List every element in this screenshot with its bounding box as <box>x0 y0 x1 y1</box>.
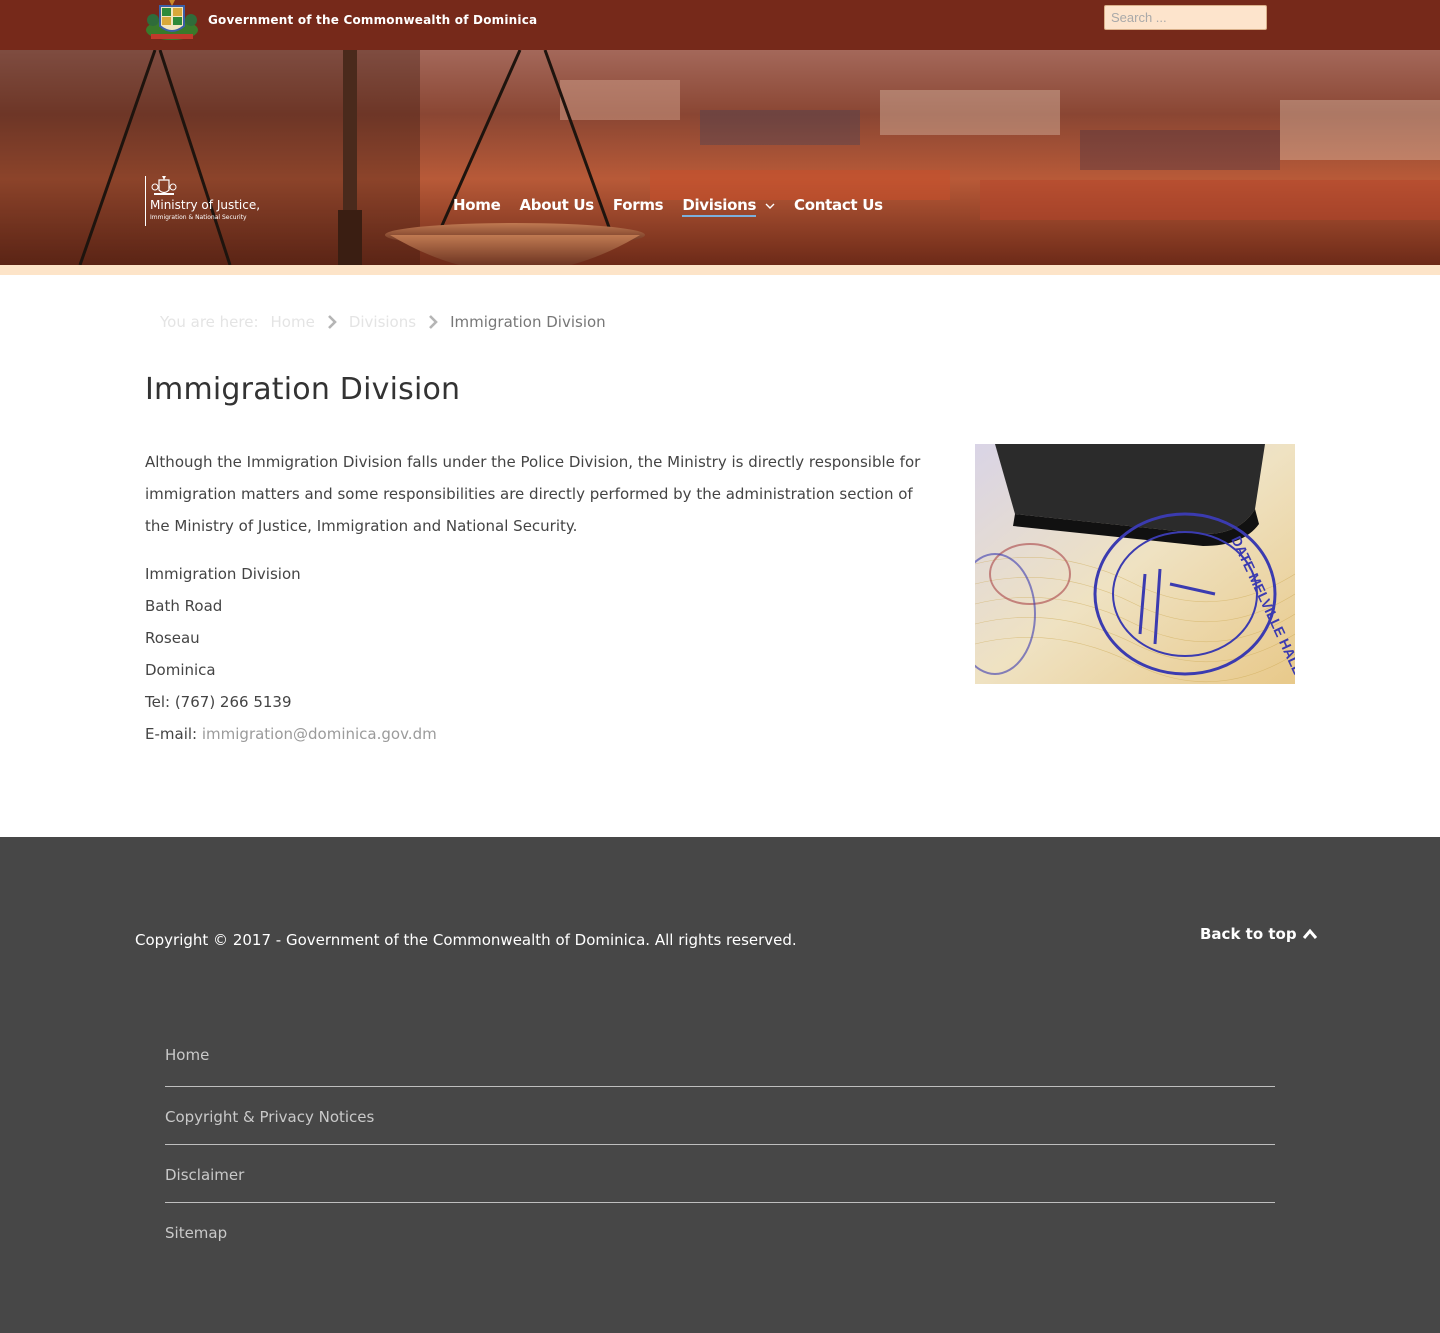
footer-link-sitemap[interactable]: Sitemap <box>165 1203 1275 1261</box>
back-to-top-label[interactable]: Back to top <box>1200 925 1297 943</box>
nav-divisions-wrapper[interactable]: Divisions <box>682 196 775 217</box>
scales-of-justice-image <box>0 50 1440 265</box>
page-title: Immigration Division <box>145 372 461 407</box>
chevron-right-icon <box>327 315 337 329</box>
breadcrumb: You are here: Home Divisions Immigration… <box>160 313 606 331</box>
telephone: Tel: (767) 266 5139 <box>145 693 292 711</box>
address-line: Immigration Division <box>145 565 301 583</box>
nav-about-us[interactable]: About Us <box>519 196 594 214</box>
passport-stamp-illustration: DATE MELVILLE HALL <box>975 444 1295 684</box>
ministry-logo[interactable]: Ministry of Justice, Immigration & Natio… <box>145 176 265 228</box>
passport-stamp-image: DATE MELVILLE HALL <box>975 444 1295 684</box>
search-input[interactable] <box>1104 5 1267 30</box>
logo-divider <box>145 176 146 226</box>
breadcrumb-home[interactable]: Home <box>271 313 315 331</box>
copyright-text: Copyright © 2017 - Government of the Com… <box>135 931 797 949</box>
breadcrumb-divisions[interactable]: Divisions <box>349 313 416 331</box>
email-row: E-mail: immigration@dominica.gov.dm <box>145 718 437 750</box>
back-to-top-link[interactable]: Back to top <box>1200 925 1317 943</box>
address-line: Bath Road <box>145 597 223 615</box>
contact-address: Immigration Division Bath Road Roseau Do… <box>145 558 437 750</box>
breadcrumb-prefix: You are here: <box>160 313 259 331</box>
footer-link-home[interactable]: Home <box>165 1025 1275 1087</box>
nav-divisions[interactable]: Divisions <box>682 196 756 217</box>
address-line: Dominica <box>145 661 216 679</box>
breadcrumb-current: Immigration Division <box>450 313 606 331</box>
chevron-up-icon[interactable] <box>1302 928 1317 940</box>
hero-banner: Ministry of Justice, Immigration & Natio… <box>0 50 1440 265</box>
ministry-subtitle: Immigration & National Security <box>150 214 247 221</box>
top-bar: Government of the Commonwealth of Domini… <box>0 0 1440 50</box>
header-accent-strip <box>0 265 1440 275</box>
nav-forms[interactable]: Forms <box>613 196 664 214</box>
email-link[interactable]: immigration@dominica.gov.dm <box>202 725 437 743</box>
government-title[interactable]: Government of the Commonwealth of Domini… <box>208 13 537 27</box>
chevron-right-icon <box>429 315 438 329</box>
dominica-coat-of-arms-icon[interactable] <box>145 0 199 42</box>
address-line: Roseau <box>145 629 200 647</box>
footer: Copyright © 2017 - Government of the Com… <box>0 837 1440 1333</box>
ministry-name: Ministry of Justice, <box>150 198 261 212</box>
footer-links: Home Copyright & Privacy Notices Disclai… <box>165 1025 1275 1261</box>
nav-home[interactable]: Home <box>453 196 501 214</box>
chevron-down-icon[interactable] <box>765 201 775 211</box>
main-navigation: Home About Us Forms Divisions Contact Us <box>453 193 902 217</box>
footer-link-disclaimer[interactable]: Disclaimer <box>165 1145 1275 1203</box>
ministry-crest-icon <box>151 176 177 195</box>
email-label: E-mail: <box>145 725 202 743</box>
intro-paragraph: Although the Immigration Division falls … <box>145 453 921 535</box>
footer-link-copyright-privacy[interactable]: Copyright & Privacy Notices <box>165 1087 1275 1145</box>
nav-contact-us[interactable]: Contact Us <box>794 196 883 214</box>
